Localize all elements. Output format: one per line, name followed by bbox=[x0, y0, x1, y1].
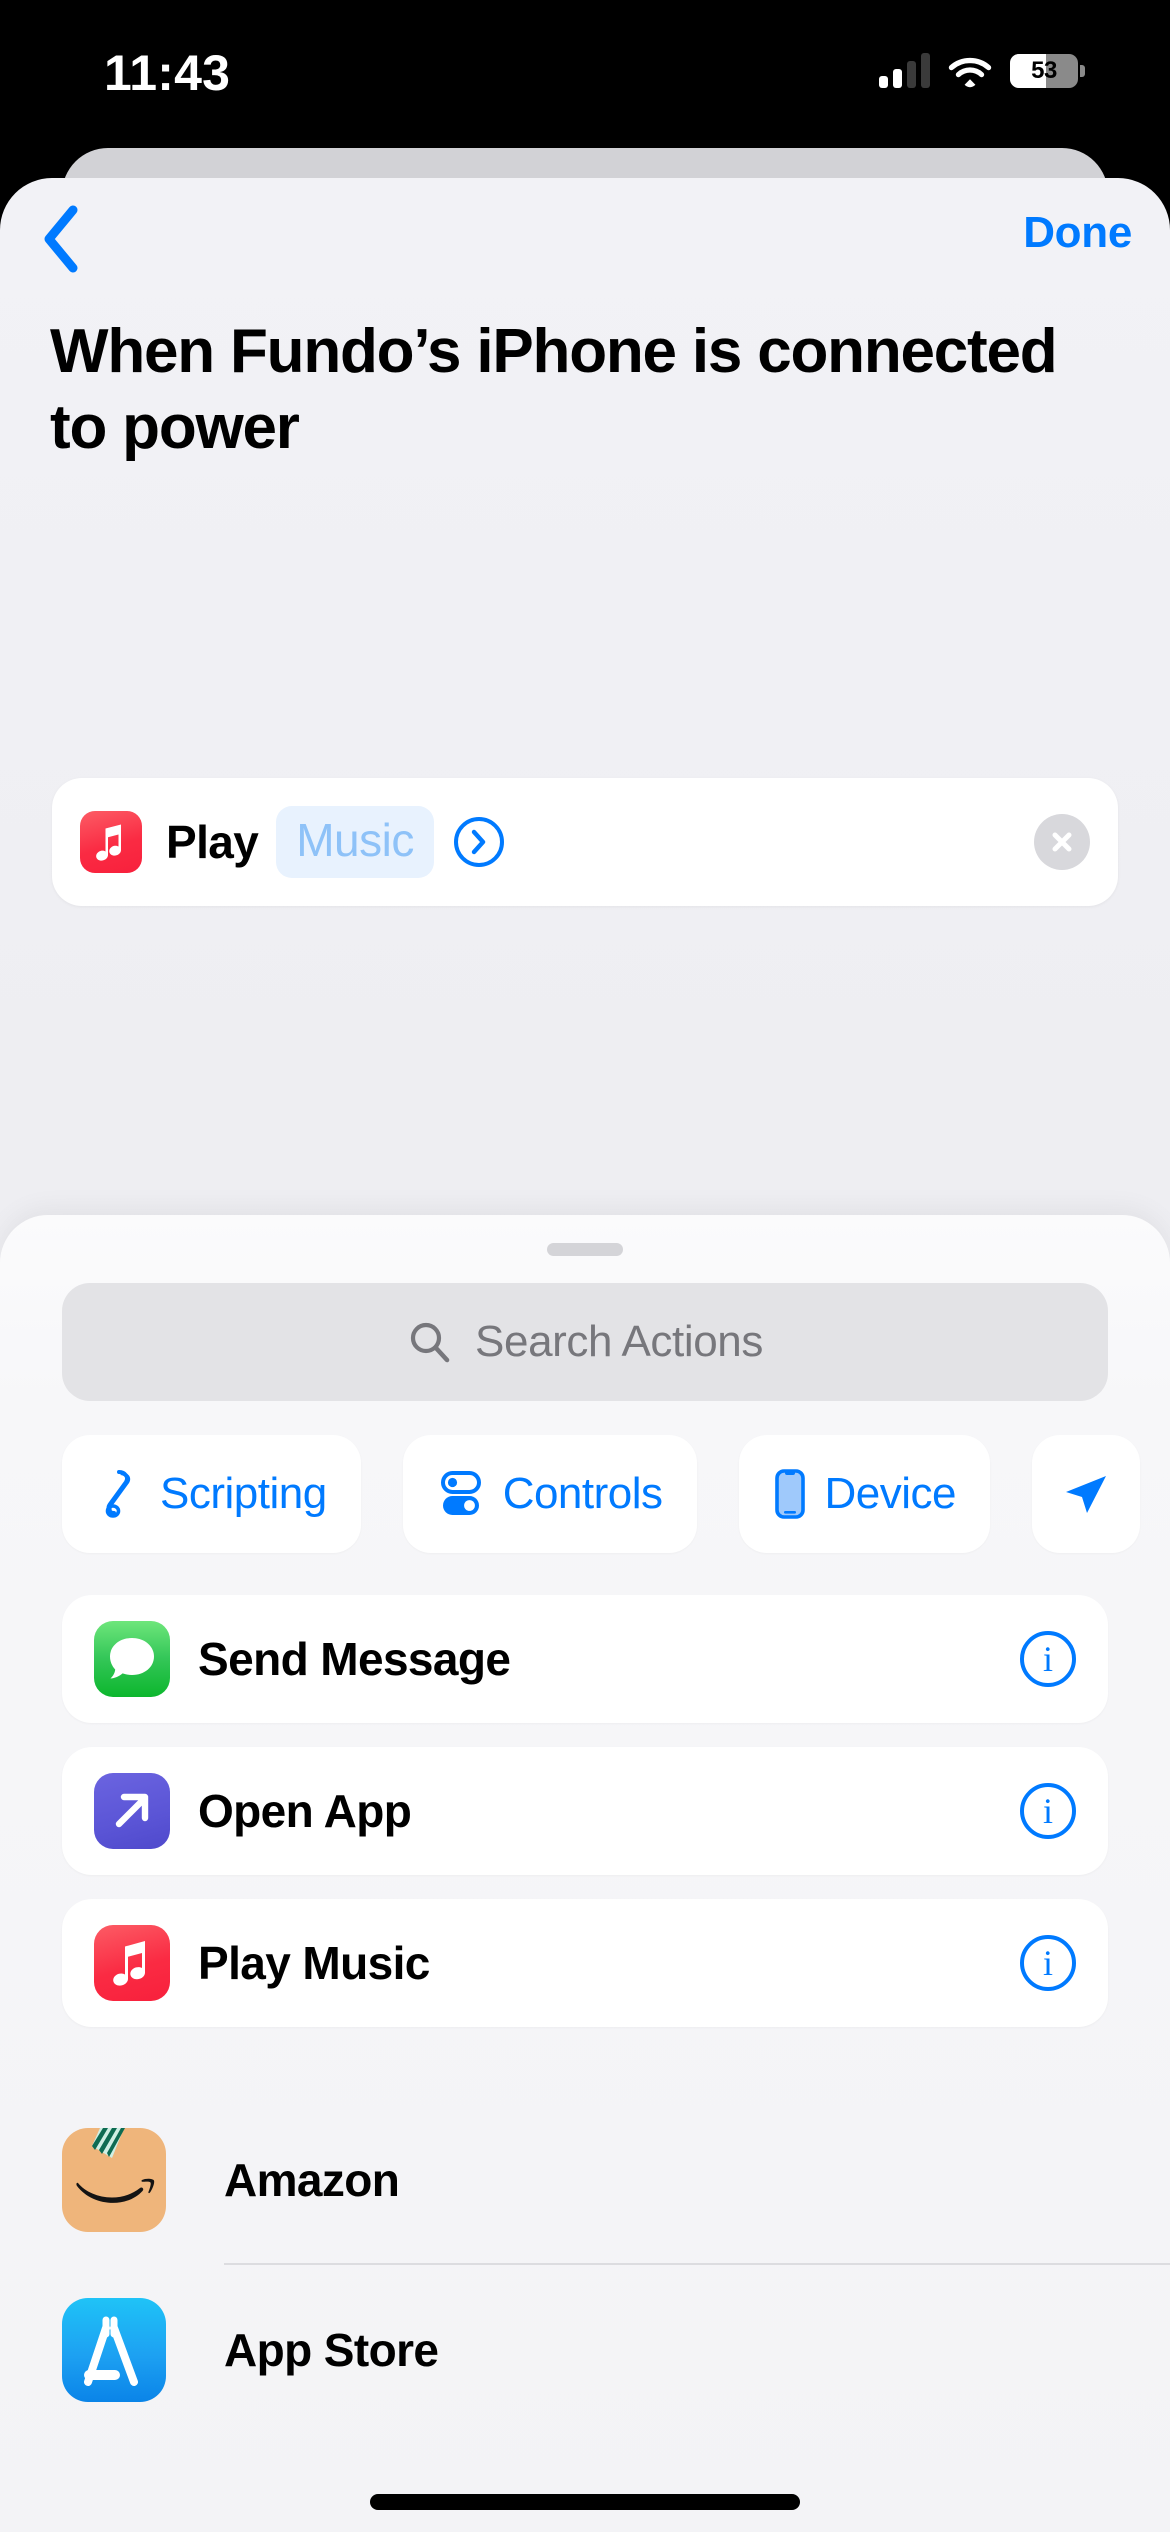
apple-music-icon bbox=[94, 1925, 170, 2001]
messages-icon bbox=[94, 1621, 170, 1697]
status-bar-indicators: 53 bbox=[879, 52, 1085, 88]
chevron-left-icon bbox=[44, 205, 78, 273]
apps-list: Amazon App Store bbox=[0, 2095, 1170, 2435]
app-row-amazon[interactable]: Amazon bbox=[0, 2095, 1170, 2265]
category-chips-scroller[interactable]: Scripting Controls Device bbox=[0, 1435, 1170, 1567]
chip-label: Scripting bbox=[160, 1469, 327, 1518]
navigation-bar: Done bbox=[0, 178, 1170, 298]
app-name-label: App Store bbox=[224, 2324, 439, 2376]
info-circle-icon[interactable]: i bbox=[1020, 1935, 1076, 1991]
battery-icon: 53 bbox=[1010, 54, 1085, 88]
chip-device[interactable]: Device bbox=[738, 1435, 991, 1553]
chevron-right-circle-icon[interactable] bbox=[453, 817, 504, 867]
chip-scripting[interactable]: Scripting bbox=[62, 1435, 361, 1553]
action-row-label: Send Message bbox=[198, 1633, 511, 1685]
page-title: When Fundo’s iPhone is connected to powe… bbox=[50, 317, 1058, 463]
action-verb-label: Play bbox=[166, 816, 259, 868]
cellular-signal-icon bbox=[879, 52, 930, 88]
action-row-label: Open App bbox=[198, 1785, 412, 1837]
automation-page: Done When Fundo’s iPhone is connected to… bbox=[0, 178, 1170, 2532]
action-row-send-message[interactable]: Send Message i bbox=[62, 1595, 1108, 1723]
info-circle-icon[interactable]: i bbox=[1020, 1783, 1076, 1839]
chip-controls[interactable]: Controls bbox=[402, 1435, 697, 1553]
action-parameter-token[interactable]: Music bbox=[276, 806, 434, 878]
apple-music-icon bbox=[80, 811, 142, 873]
sharing-icon bbox=[1066, 1476, 1107, 1513]
actions-bottom-sheet: Search Actions Scripting Controls Device… bbox=[0, 1215, 1170, 2532]
controls-toggles-icon bbox=[440, 1471, 481, 1515]
close-circle-icon[interactable] bbox=[1034, 814, 1090, 870]
chip-label: Controls bbox=[502, 1469, 663, 1518]
action-card-play-music[interactable]: Play Music bbox=[52, 778, 1118, 906]
iphone-screen: 11:43 53 Done When Fundo’s iPhone is con… bbox=[0, 0, 1170, 2532]
sheet-grabber[interactable] bbox=[547, 1243, 623, 1256]
action-row-label: Play Music bbox=[198, 1937, 430, 1989]
chip-label: Device bbox=[824, 1469, 957, 1518]
done-button[interactable]: Done bbox=[1023, 208, 1132, 258]
device-iphone-icon bbox=[774, 1469, 805, 1519]
info-circle-icon[interactable]: i bbox=[1020, 1631, 1076, 1687]
action-row-play-music[interactable]: Play Music i bbox=[62, 1899, 1108, 2027]
action-row-open-app[interactable]: Open App i bbox=[62, 1747, 1108, 1875]
amazon-icon bbox=[62, 2128, 166, 2232]
search-input[interactable]: Search Actions bbox=[62, 1283, 1108, 1401]
app-name-label: Amazon bbox=[224, 2154, 400, 2206]
scripting-icon bbox=[105, 1470, 131, 1518]
status-bar: 11:43 53 bbox=[0, 0, 1170, 150]
home-indicator[interactable] bbox=[370, 2494, 800, 2510]
open-app-icon bbox=[94, 1773, 170, 1849]
search-icon bbox=[410, 1322, 450, 1363]
search-placeholder: Search Actions bbox=[475, 1317, 763, 1366]
chip-sharing-partial[interactable] bbox=[1032, 1435, 1141, 1553]
app-row-app-store[interactable]: App Store bbox=[0, 2265, 1170, 2435]
action-results-list: Send Message i Open App i Play Music i bbox=[0, 1595, 1170, 2051]
status-bar-time: 11:43 bbox=[104, 45, 231, 101]
wifi-icon bbox=[948, 54, 992, 88]
back-button[interactable] bbox=[22, 200, 100, 278]
app-store-icon bbox=[62, 2298, 166, 2402]
battery-percent-label: 53 bbox=[1031, 57, 1057, 84]
